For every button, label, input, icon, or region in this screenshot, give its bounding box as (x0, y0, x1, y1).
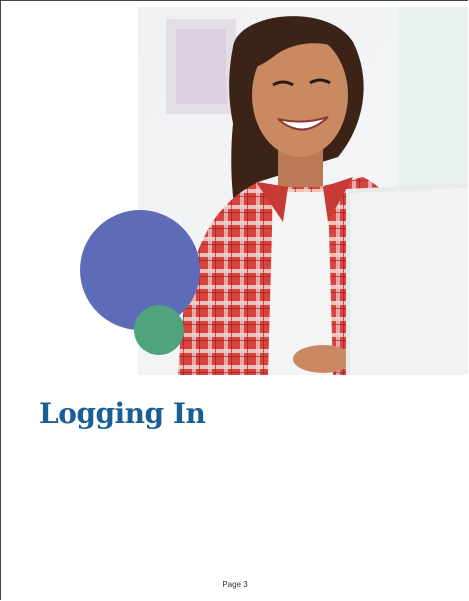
document-page: Logging In Page 3 (0, 0, 468, 600)
page-number: Page 3 (222, 580, 248, 589)
hero-photo (138, 7, 468, 375)
decorative-green-circle (134, 305, 184, 355)
page-title: Logging In (39, 397, 206, 430)
student-laptop-illustration (138, 7, 468, 375)
